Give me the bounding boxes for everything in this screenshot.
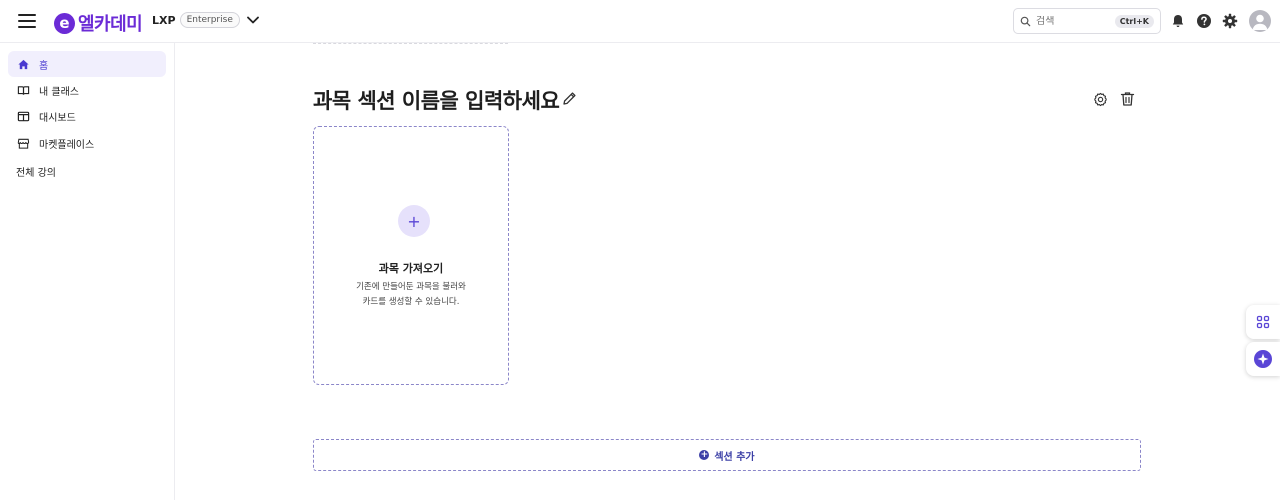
search-shortcut: Ctrl+K bbox=[1114, 14, 1154, 28]
ai-assistant-button[interactable] bbox=[1246, 342, 1280, 376]
product-badge: Enterprise bbox=[179, 12, 240, 28]
sidebar-item-my-class[interactable]: 내 클래스 bbox=[8, 77, 166, 103]
sidebar-item-label: 내 클래스 bbox=[39, 86, 79, 98]
bell-icon[interactable] bbox=[1170, 13, 1186, 29]
card-title: 과목 가져오기 bbox=[378, 262, 444, 275]
user-icon bbox=[1252, 14, 1268, 30]
card-description-line: 카드를 생성할 수 있습니다. bbox=[362, 297, 460, 307]
plus-circle-icon: + bbox=[699, 450, 710, 460]
sidebar-item-dashboard[interactable]: 대시보드 bbox=[8, 103, 166, 129]
sparkle-icon bbox=[1254, 350, 1272, 368]
store-icon bbox=[17, 138, 30, 149]
search-box[interactable]: Ctrl+K bbox=[1013, 8, 1161, 34]
search-input[interactable] bbox=[1036, 15, 1106, 27]
trash-icon[interactable] bbox=[1120, 91, 1135, 107]
import-course-card[interactable]: + 과목 가져오기 기존에 만들어둔 과목을 불러와 카드를 생성할 수 있습니… bbox=[313, 126, 509, 385]
apps-button[interactable] bbox=[1246, 305, 1280, 339]
pencil-icon[interactable] bbox=[561, 90, 578, 107]
menu-icon[interactable] bbox=[18, 14, 36, 28]
section-title[interactable]: 과목 섹션 이름을 입력하세요 bbox=[313, 85, 560, 115]
product-name: LXP bbox=[152, 13, 176, 27]
sidebar-item-home[interactable]: 홈 bbox=[8, 51, 166, 77]
card-description: 기존에 만들어둔 과목을 불러와 카드를 생성할 수 있습니다. bbox=[314, 280, 508, 310]
sidebar-item-label: 마켓플레이스 bbox=[39, 139, 95, 151]
card-description-line: 기존에 만들어둔 과목을 불러와 bbox=[356, 282, 466, 292]
gear-icon[interactable] bbox=[1222, 13, 1238, 29]
logo[interactable]: e 엘카데미 bbox=[54, 10, 143, 36]
grid-icon bbox=[1256, 315, 1270, 329]
sidebar: 홈 내 클래스 대시보드 마켓플레이스 전체 강의 bbox=[0, 43, 175, 500]
previous-section-border bbox=[313, 43, 508, 44]
book-icon bbox=[17, 85, 30, 95]
avatar[interactable] bbox=[1249, 10, 1271, 32]
logo-text: 엘카데미 bbox=[78, 14, 143, 35]
add-section-button[interactable]: + 섹션 추가 bbox=[313, 439, 1141, 471]
home-icon bbox=[18, 59, 29, 69]
sidebar-item-marketplace[interactable]: 마켓플레이스 bbox=[8, 130, 166, 156]
dashboard-icon bbox=[17, 111, 30, 121]
add-section-label: 섹션 추가 bbox=[714, 451, 755, 463]
top-bar: e 엘카데미 LXP Enterprise Ctrl+K bbox=[0, 0, 1280, 43]
sidebar-item-all-courses[interactable]: 전체 강의 bbox=[16, 164, 56, 179]
sidebar-item-label: 홈 bbox=[39, 60, 49, 72]
logo-mark: e bbox=[54, 12, 75, 34]
search-icon bbox=[1020, 16, 1031, 26]
product-switcher[interactable]: LXP Enterprise bbox=[152, 12, 260, 28]
help-icon[interactable] bbox=[1196, 13, 1212, 29]
plus-icon: + bbox=[398, 205, 430, 237]
sidebar-item-label: 대시보드 bbox=[39, 112, 76, 124]
chevron-down-icon[interactable] bbox=[246, 13, 260, 27]
settings-icon[interactable] bbox=[1093, 92, 1108, 107]
